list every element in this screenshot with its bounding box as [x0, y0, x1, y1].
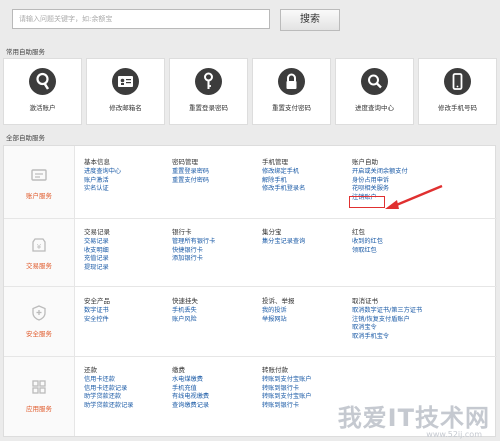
common-services-heading: 常用自助服务: [6, 48, 45, 56]
group-quick-report-loss: 快速挂失 手机丢失 账户风险: [172, 295, 198, 324]
link-cancel-token[interactable]: 取消宝令: [352, 324, 422, 333]
group-heading: 还款: [84, 366, 97, 374]
group-jifenbao: 集分宝 集分宝记录查询: [262, 226, 305, 247]
all-services-heading: 全部自助服务: [6, 134, 45, 142]
link-add-card[interactable]: 添加银行卡: [172, 255, 215, 264]
group-bank-card: 银行卡 管理所有银行卡 快捷银行卡 添加银行卡: [172, 226, 215, 264]
trade-icon: ¥: [32, 238, 46, 252]
link-claim-envelope[interactable]: 领取红包: [352, 247, 383, 256]
link-cable-tv-payment[interactable]: 有线电视缴费: [172, 393, 209, 402]
svg-text:¥: ¥: [37, 243, 42, 251]
group-security-products: 安全产品 数字证书 安全控件: [84, 295, 110, 324]
link-trade-records[interactable]: 交易记录: [84, 238, 110, 247]
search-icon: [361, 68, 388, 95]
common-services-tiles: 激活账户 修改邮箱名 重置登录密码 重置支付密码 进度查询中心 修改手机号码: [3, 58, 497, 125]
group-trade-records: 交易记录 交易记录 收支明细 充值记录 提现记录: [84, 226, 110, 272]
link-withdraw-records[interactable]: 提现记录: [84, 264, 110, 273]
link-transfer-alipay-2[interactable]: 转账到支付宝账户: [262, 393, 312, 402]
category-apps: 应用服务: [4, 356, 74, 438]
category-name[interactable]: 应用服务: [4, 403, 74, 413]
group-heading: 银行卡: [172, 228, 192, 236]
group-heading: 快速挂失: [172, 297, 198, 305]
link-utility-payment[interactable]: 水电煤缴费: [172, 376, 209, 385]
link-cancel-digital-cert[interactable]: 取消数字证书/第三方证书: [352, 307, 422, 316]
search-row: 请输入问题关键字，如:余额宝 搜索: [12, 9, 340, 31]
tile-label: 修改邮箱名: [109, 104, 142, 112]
link-my-complaints[interactable]: 我的投诉: [262, 307, 295, 316]
tile-label: 进度查询中心: [355, 104, 394, 112]
key-icon: [195, 68, 222, 95]
link-jifenbao-records[interactable]: 集分宝记录查询: [262, 238, 305, 247]
link-quick-card[interactable]: 快捷银行卡: [172, 247, 215, 256]
link-received-envelopes[interactable]: 收到的红包: [352, 238, 383, 247]
link-manage-cards[interactable]: 管理所有银行卡: [172, 238, 215, 247]
group-cancel-cert: 取消证书 取消数字证书/第三方证书 注销/恢复支付盾账户 取消宝令 取消手机宝令: [352, 295, 422, 341]
tile-reset-payment-password[interactable]: 重置支付密码: [252, 58, 331, 125]
group-heading: 取消证书: [352, 297, 378, 305]
link-transfer-alipay[interactable]: 转账到支付宝账户: [262, 376, 312, 385]
group-red-envelope: 红包 收到的红包 领取红包: [352, 226, 383, 255]
watermark: 我爱IT技术网: [337, 404, 490, 432]
link-security-control[interactable]: 安全控件: [84, 316, 110, 325]
row-divider: [4, 218, 497, 219]
id-card-icon: [112, 68, 139, 95]
key-circle-icon: [29, 68, 56, 95]
category-name[interactable]: 安全服务: [4, 328, 74, 338]
link-credit-card-repay[interactable]: 信用卡还款: [84, 376, 134, 385]
tile-reset-login-password[interactable]: 重置登录密码: [169, 58, 248, 125]
tile-activate-account[interactable]: 激活账户: [3, 58, 82, 125]
group-bill-payment: 缴费 水电煤缴费 手机充值 有线电视缴费 查询缴费记录: [172, 364, 209, 410]
group-heading: 红包: [352, 228, 365, 236]
link-phone-topup[interactable]: 手机充值: [172, 385, 209, 394]
search-button[interactable]: 搜索: [280, 9, 340, 31]
shield-icon: [32, 305, 46, 321]
group-complaints: 投诉、举报 我的投诉 举报网站: [262, 295, 295, 324]
link-recharge-records[interactable]: 充值记录: [84, 255, 110, 264]
watermark-url: www.52ij.com: [426, 430, 482, 439]
group-heading: 集分宝: [262, 228, 282, 236]
tile-progress-center[interactable]: 进度查询中心: [335, 58, 414, 125]
link-cancel-shield[interactable]: 注销/恢复支付盾账户: [352, 316, 422, 325]
link-transfer-bank[interactable]: 转账到银行卡: [262, 385, 312, 394]
tile-change-phone[interactable]: 修改手机号码: [418, 58, 497, 125]
tile-label: 修改手机号码: [438, 104, 477, 112]
group-heading: 缴费: [172, 366, 185, 374]
group-heading: 交易记录: [84, 228, 110, 236]
tile-label: 激活账户: [29, 104, 56, 112]
phone-icon: [444, 68, 471, 95]
row-divider: [4, 286, 497, 287]
tile-change-email[interactable]: 修改邮箱名: [86, 58, 165, 125]
tile-label: 重置登录密码: [189, 104, 228, 112]
link-student-loan-repay[interactable]: 助学贷款还款: [84, 393, 134, 402]
row-divider: [4, 356, 497, 357]
category-trade: ¥ 交易服务: [4, 218, 74, 286]
link-payment-records[interactable]: 查询缴费记录: [172, 402, 209, 411]
category-name[interactable]: 交易服务: [4, 260, 74, 270]
link-transfer-bank-2[interactable]: 转账到银行卡: [262, 402, 312, 411]
category-security: 安全服务: [4, 286, 74, 356]
group-transfer: 转账付款 转账到支付宝账户 转账到银行卡 转账到支付宝账户 转账到银行卡: [262, 364, 312, 410]
apps-icon: [32, 380, 46, 394]
group-heading: 安全产品: [84, 297, 110, 305]
link-student-loan-records[interactable]: 助学贷款还款记录: [84, 402, 134, 411]
lock-icon: [278, 68, 305, 95]
red-arrow-icon: [385, 184, 443, 209]
link-phone-lost[interactable]: 手机丢失: [172, 307, 198, 316]
link-cancel-phone-token[interactable]: 取消手机宝令: [352, 333, 422, 342]
group-heading: 投诉、举报: [262, 297, 295, 305]
group-heading: 转账付款: [262, 366, 288, 374]
link-income-details[interactable]: 收支明细: [84, 247, 110, 256]
link-account-risk[interactable]: 账户风险: [172, 316, 198, 325]
search-input[interactable]: 请输入问题关键字，如:余额宝: [12, 9, 270, 29]
link-credit-card-records[interactable]: 信用卡还款记录: [84, 385, 134, 394]
link-digital-cert[interactable]: 数字证书: [84, 307, 110, 316]
link-report-site[interactable]: 举报网站: [262, 316, 295, 325]
all-services-panel: 账户服务 基本信息 进度查询中心 账户激活 实名认证 密码管理 重置登录密码 重…: [3, 145, 497, 438]
tile-label: 重置支付密码: [272, 104, 311, 112]
group-repayment: 还款 信用卡还款 信用卡还款记录 助学贷款还款 助学贷款还款记录: [84, 364, 134, 410]
